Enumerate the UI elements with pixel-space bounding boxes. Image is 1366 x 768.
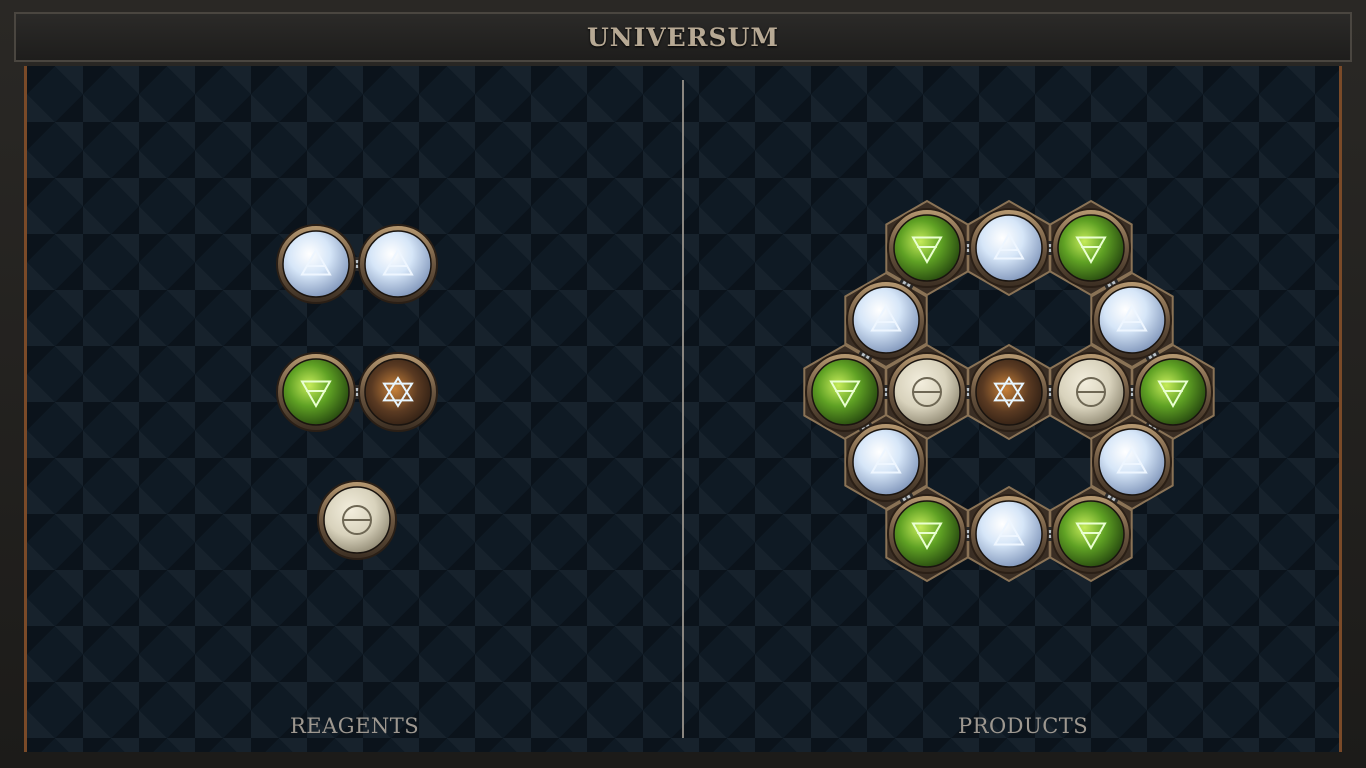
molecule-scene xyxy=(276,199,1215,583)
air-atom[interactable] xyxy=(969,494,1049,574)
earth-atom[interactable] xyxy=(1133,352,1213,432)
earth-atom[interactable] xyxy=(1051,494,1131,574)
earth-atom[interactable] xyxy=(887,494,967,574)
atom-layer xyxy=(276,208,1213,574)
earth-atom[interactable] xyxy=(1051,208,1131,288)
air-atom[interactable] xyxy=(846,422,926,502)
air-atom[interactable] xyxy=(846,280,926,360)
air-atom[interactable] xyxy=(1092,280,1172,360)
air-atom[interactable] xyxy=(358,224,438,304)
fire-water-atom[interactable] xyxy=(969,352,1049,432)
salt-atom[interactable] xyxy=(317,480,397,560)
fire-water-atom[interactable] xyxy=(358,352,438,432)
air-atom[interactable] xyxy=(276,224,356,304)
earth-atom[interactable] xyxy=(805,352,885,432)
earth-atom[interactable] xyxy=(276,352,356,432)
salt-atom[interactable] xyxy=(1051,352,1131,432)
air-atom[interactable] xyxy=(1092,422,1172,502)
salt-atom[interactable] xyxy=(887,352,967,432)
reagents-label: REAGENTS xyxy=(290,714,420,738)
air-atom[interactable] xyxy=(969,208,1049,288)
earth-atom[interactable] xyxy=(887,208,967,288)
products-label: PRODUCTS xyxy=(958,714,1089,738)
